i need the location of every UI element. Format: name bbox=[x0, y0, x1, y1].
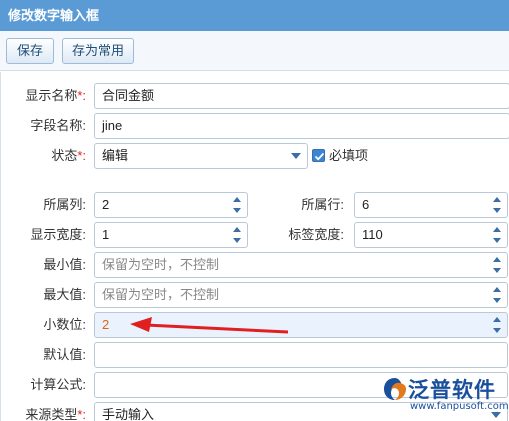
formula-label: 计算公式: bbox=[30, 377, 86, 392]
display-name-input[interactable]: 合同金额 bbox=[94, 83, 509, 109]
spinner-arrows-icon[interactable] bbox=[231, 225, 243, 245]
display-width-stepper[interactable]: 1 bbox=[94, 222, 248, 248]
window-title: 修改数字输入框 bbox=[0, 0, 509, 31]
decimals-label: 小数位: bbox=[43, 317, 86, 332]
status-select[interactable]: 编辑 bbox=[94, 143, 308, 169]
row-stepper[interactable]: 6 bbox=[354, 192, 508, 218]
watermark: 泛普软件 www.fanpusoft.com bbox=[382, 372, 509, 421]
annotation-arrow-icon bbox=[130, 317, 289, 334]
column-stepper[interactable]: 2 bbox=[94, 192, 248, 218]
spinner-arrows-icon[interactable] bbox=[491, 225, 503, 245]
display-name-label: 显示名称*: bbox=[25, 88, 86, 103]
spinner-arrows-icon[interactable] bbox=[491, 315, 503, 335]
required-label: 必填项 bbox=[329, 148, 369, 163]
logo-icon bbox=[384, 378, 406, 400]
default-value-label: 默认值: bbox=[43, 347, 86, 362]
spinner-arrows-icon[interactable] bbox=[231, 195, 243, 215]
save-button[interactable]: 保存 bbox=[6, 38, 54, 64]
row-label: 所属行: bbox=[301, 197, 344, 212]
label-width-stepper[interactable]: 110 bbox=[354, 222, 508, 248]
spinner-arrows-icon[interactable] bbox=[491, 195, 503, 215]
field-name-input[interactable]: jine bbox=[94, 113, 509, 139]
min-value-stepper[interactable]: 保留为空时，不控制 bbox=[94, 252, 508, 278]
toolbar: 保存 存为常用 bbox=[0, 31, 509, 71]
column-label: 所属列: bbox=[43, 197, 86, 212]
spinner-arrows-icon[interactable] bbox=[491, 285, 503, 305]
watermark-url: www.fanpusoft.com bbox=[410, 401, 509, 412]
field-name-label: 字段名称: bbox=[30, 118, 86, 133]
max-value-stepper[interactable]: 保留为空时，不控制 bbox=[94, 282, 508, 308]
watermark-text: 泛普软件 bbox=[408, 378, 496, 402]
display-width-label: 显示宽度: bbox=[30, 227, 86, 242]
chevron-down-icon bbox=[291, 153, 301, 159]
spinner-arrows-icon[interactable] bbox=[491, 255, 503, 275]
max-value-label: 最大值: bbox=[43, 287, 86, 302]
default-value-input[interactable] bbox=[94, 342, 508, 368]
status-label: 状态*: bbox=[51, 148, 86, 163]
min-value-label: 最小值: bbox=[43, 257, 86, 272]
label-width-label: 标签宽度: bbox=[288, 227, 344, 242]
checkmark-icon bbox=[314, 152, 325, 161]
required-checkbox[interactable] bbox=[312, 149, 325, 162]
save-as-common-button[interactable]: 存为常用 bbox=[62, 38, 134, 64]
source-type-label: 来源类型*: bbox=[25, 407, 86, 421]
